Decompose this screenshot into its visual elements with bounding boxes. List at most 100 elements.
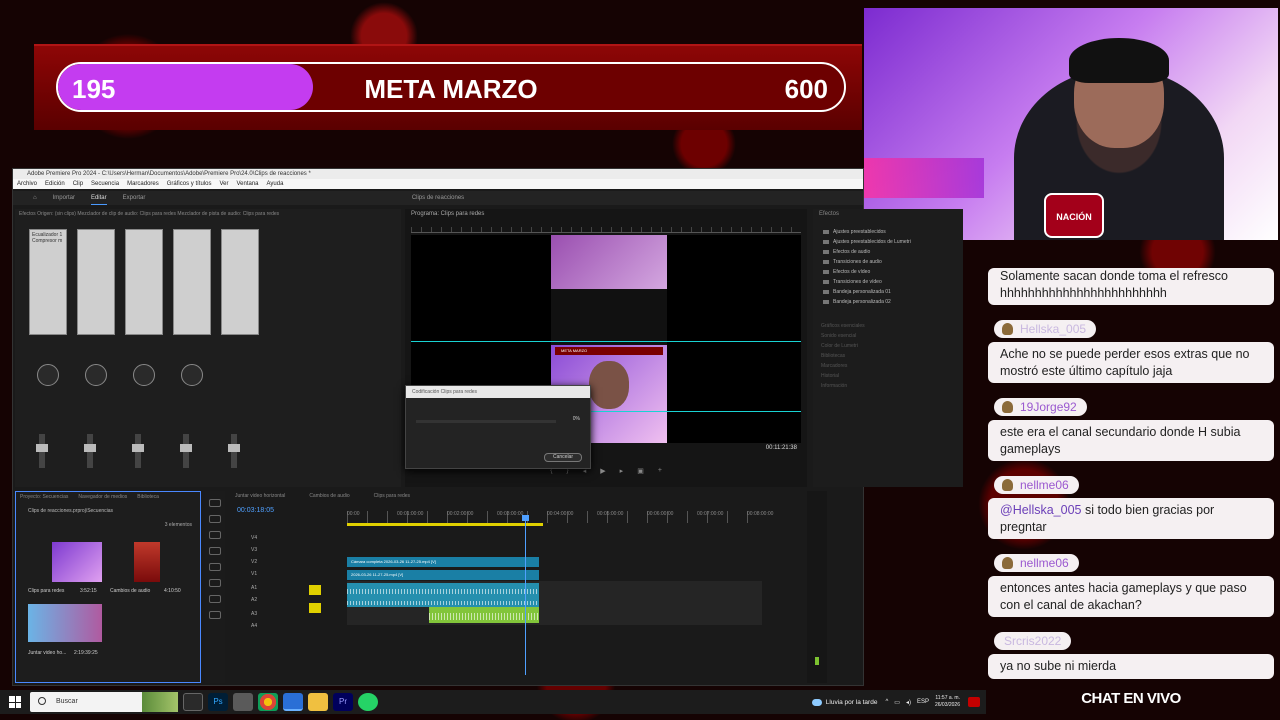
effects-folder[interactable]: Transiciones de vídeo: [813, 277, 963, 287]
playhead[interactable]: [522, 515, 529, 675]
volume-icon[interactable]: ◂): [906, 699, 911, 706]
taskbar-search[interactable]: Buscar: [30, 692, 178, 712]
mixer-fader[interactable]: [173, 229, 211, 335]
pan-knob[interactable]: [181, 364, 203, 386]
app-icon[interactable]: [233, 693, 253, 711]
volume-slider[interactable]: [84, 434, 96, 468]
panel-tab[interactable]: Información: [813, 381, 963, 391]
pen-tool-icon[interactable]: [209, 579, 221, 587]
start-button[interactable]: [0, 690, 30, 714]
timeline-timecode[interactable]: 00:03:18:05: [237, 507, 274, 514]
effects-folder[interactable]: Ajustes preestablecidos: [813, 227, 963, 237]
play-icon[interactable]: ▶: [600, 467, 605, 475]
sequence-thumbnail[interactable]: [52, 542, 102, 582]
sequence-thumbnail[interactable]: [134, 542, 160, 582]
workspace-home-icon[interactable]: ⌂: [33, 191, 37, 205]
panel-tab[interactable]: Color de Lumetri: [813, 341, 963, 351]
workspace-tab-export[interactable]: Exportar: [123, 191, 146, 205]
menu-item[interactable]: Archivo: [17, 179, 37, 189]
menu-item[interactable]: Edición: [45, 179, 65, 189]
track-label[interactable]: A2: [251, 597, 257, 603]
mixer-tabs[interactable]: Efectos Origen: (sin clips) Mezclador de…: [15, 209, 401, 219]
photoshop-icon[interactable]: Ps: [208, 693, 228, 711]
track-label[interactable]: A1: [251, 585, 257, 591]
menu-item[interactable]: Marcadores: [127, 179, 159, 189]
track-label[interactable]: A4: [251, 623, 257, 629]
chrome-icon[interactable]: [258, 693, 278, 711]
whatsapp-icon[interactable]: [358, 693, 378, 711]
effects-folder[interactable]: Efectos de vídeo: [813, 267, 963, 277]
panel-tab[interactable]: Gráficos esenciales: [813, 321, 963, 331]
mixer-fader[interactable]: [77, 229, 115, 335]
timeline-tab[interactable]: Clips para redes: [374, 491, 410, 501]
tab-project[interactable]: Proyecto: Secuencias: [20, 492, 68, 502]
timeline-ruler[interactable]: 00:00 00:01:00:00 00:02:00:00 00:03:00:00 00…: [347, 511, 773, 523]
volume-slider[interactable]: [180, 434, 192, 468]
sequence-thumbnail[interactable]: [28, 604, 102, 642]
track-label[interactable]: V2: [251, 559, 257, 565]
volume-slider[interactable]: [36, 434, 48, 468]
video-clip-v1[interactable]: 2026-03-26 11-27-25.mp4 [V]: [347, 570, 539, 580]
text-tool-icon[interactable]: [209, 611, 221, 619]
track-select-tool-icon[interactable]: [209, 515, 221, 523]
video-clip-v2[interactable]: Cámara completa 2026-03-26 11-27-25.mp4 …: [347, 557, 539, 567]
effects-folder[interactable]: Transiciones de audio: [813, 257, 963, 267]
tab-library[interactable]: Biblioteca: [137, 492, 159, 502]
pan-knob[interactable]: [133, 364, 155, 386]
effects-folder[interactable]: Bandeja personalizada 01: [813, 287, 963, 297]
hand-tool-icon[interactable]: [209, 595, 221, 603]
selection-tool-icon[interactable]: [209, 499, 221, 507]
ripple-tool-icon[interactable]: [209, 531, 221, 539]
chat-username-text: nellme06: [1020, 556, 1069, 570]
file-explorer-icon[interactable]: [308, 693, 328, 711]
add-icon[interactable]: +: [658, 467, 662, 475]
premiere-icon[interactable]: Pr: [333, 693, 353, 711]
menu-item[interactable]: Gráficos y títulos: [167, 179, 212, 189]
program-tab[interactable]: Programa: Clips para redes: [405, 209, 807, 219]
mixer-fader[interactable]: [221, 229, 259, 335]
track-label[interactable]: V3: [251, 547, 257, 553]
pan-knob[interactable]: [85, 364, 107, 386]
mixer-fader[interactable]: [125, 229, 163, 335]
taskbar-clock[interactable]: 11:57 a. m. 26/03/2026: [935, 695, 968, 709]
panel-tab[interactable]: Marcadores: [813, 361, 963, 371]
track-label[interactable]: A3: [251, 611, 257, 617]
cancel-button[interactable]: Cancelar: [544, 453, 582, 462]
effects-tab[interactable]: Efectos: [813, 209, 963, 219]
volume-slider[interactable]: [228, 434, 240, 468]
track-label[interactable]: V1: [251, 571, 257, 577]
panel-tab[interactable]: Sonido esencial: [813, 331, 963, 341]
effects-folder[interactable]: Ajustes preestablecidos de Lumetri: [813, 237, 963, 247]
tab-media-browser[interactable]: Navegador de medios: [78, 492, 127, 502]
step-forward-icon[interactable]: ▸: [620, 467, 624, 475]
panel-tab[interactable]: Bibliotecas: [813, 351, 963, 361]
menu-item[interactable]: Ver: [219, 179, 228, 189]
mixer-fader[interactable]: Ecualizador 1 Compresor m: [29, 229, 67, 335]
menu-item[interactable]: Clip: [73, 179, 83, 189]
volume-slider[interactable]: [132, 434, 144, 468]
export-frame-icon[interactable]: ▣: [637, 467, 644, 475]
pan-knob[interactable]: [37, 364, 59, 386]
weather-widget[interactable]: Lluvia por la tarde: [811, 698, 886, 706]
workspace-tab-import[interactable]: Importar: [53, 191, 75, 205]
effects-folder[interactable]: Efectos de audio: [813, 247, 963, 257]
timeline-tab[interactable]: Cambios de audio: [309, 491, 349, 501]
language-indicator[interactable]: ESP: [917, 699, 929, 705]
slip-tool-icon[interactable]: [209, 563, 221, 571]
track-target-toggle[interactable]: [309, 603, 321, 613]
effects-folder[interactable]: Bandeja personalizada 02: [813, 297, 963, 307]
edge-icon[interactable]: [283, 693, 303, 711]
panel-tab[interactable]: Historial: [813, 371, 963, 381]
chevron-up-icon[interactable]: ^: [885, 699, 888, 705]
timeline-tab[interactable]: Juntar video horizontal: [235, 491, 285, 501]
task-view-icon[interactable]: [183, 693, 203, 711]
track-label[interactable]: V4: [251, 535, 257, 541]
razor-tool-icon[interactable]: [209, 547, 221, 555]
network-icon[interactable]: ▭: [894, 699, 900, 706]
workspace-tab-edit[interactable]: Editar: [90, 191, 107, 205]
track-target-toggle[interactable]: [309, 585, 321, 595]
menu-item[interactable]: Secuencia: [91, 179, 119, 189]
menu-item[interactable]: Ayuda: [267, 179, 284, 189]
menu-item[interactable]: Ventana: [236, 179, 258, 189]
notification-icon[interactable]: [968, 697, 980, 707]
